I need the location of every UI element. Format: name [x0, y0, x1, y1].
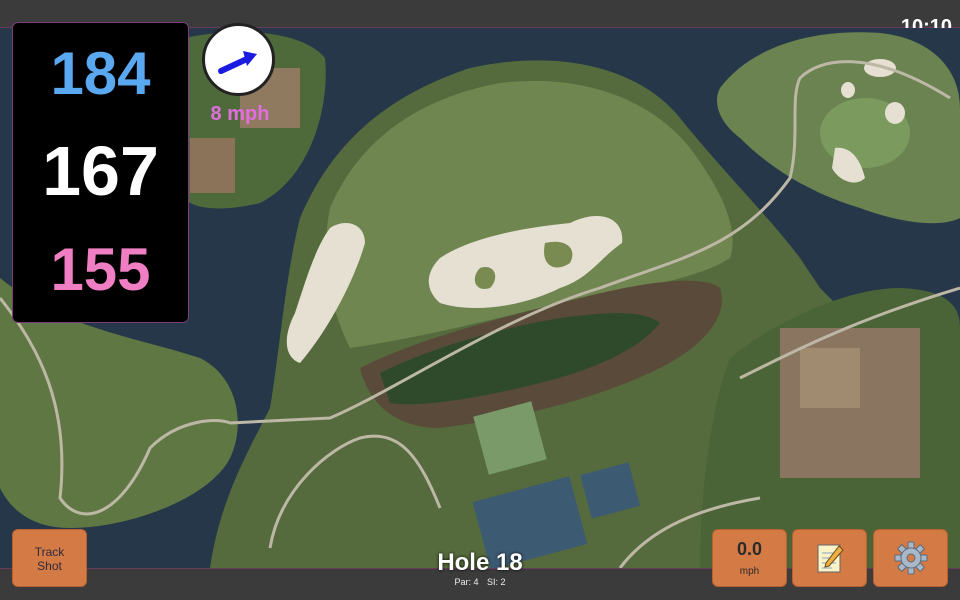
wind-indicator	[202, 23, 275, 96]
track-shot-button[interactable]: Track Shot	[12, 529, 87, 587]
par-label: Par: 4	[454, 577, 479, 587]
settings-button[interactable]	[873, 529, 948, 587]
speed-value: 0.0	[736, 539, 763, 559]
gear-icon	[894, 541, 927, 575]
back-distance: 184	[50, 40, 151, 107]
notes-button[interactable]	[792, 529, 867, 587]
wind-direction-arrow-icon	[218, 51, 257, 74]
speed-button[interactable]: 0.0 mph	[712, 529, 787, 587]
front-distance: 155	[50, 236, 151, 303]
wind-speed-label: 8 mph	[210, 103, 270, 125]
middle-distance: 167	[42, 132, 159, 210]
distance-panel: 184 167 155	[12, 22, 189, 323]
track-shot-label-line1: Track	[34, 545, 65, 559]
si-label: SI: 2	[487, 577, 506, 587]
notepad-icon	[817, 544, 844, 573]
hole-title: Hole 18	[437, 549, 523, 576]
hole-info: Par: 4 SI: 2	[380, 577, 580, 587]
speed-unit: mph	[739, 566, 760, 577]
track-shot-label-line2: Shot	[37, 559, 62, 573]
